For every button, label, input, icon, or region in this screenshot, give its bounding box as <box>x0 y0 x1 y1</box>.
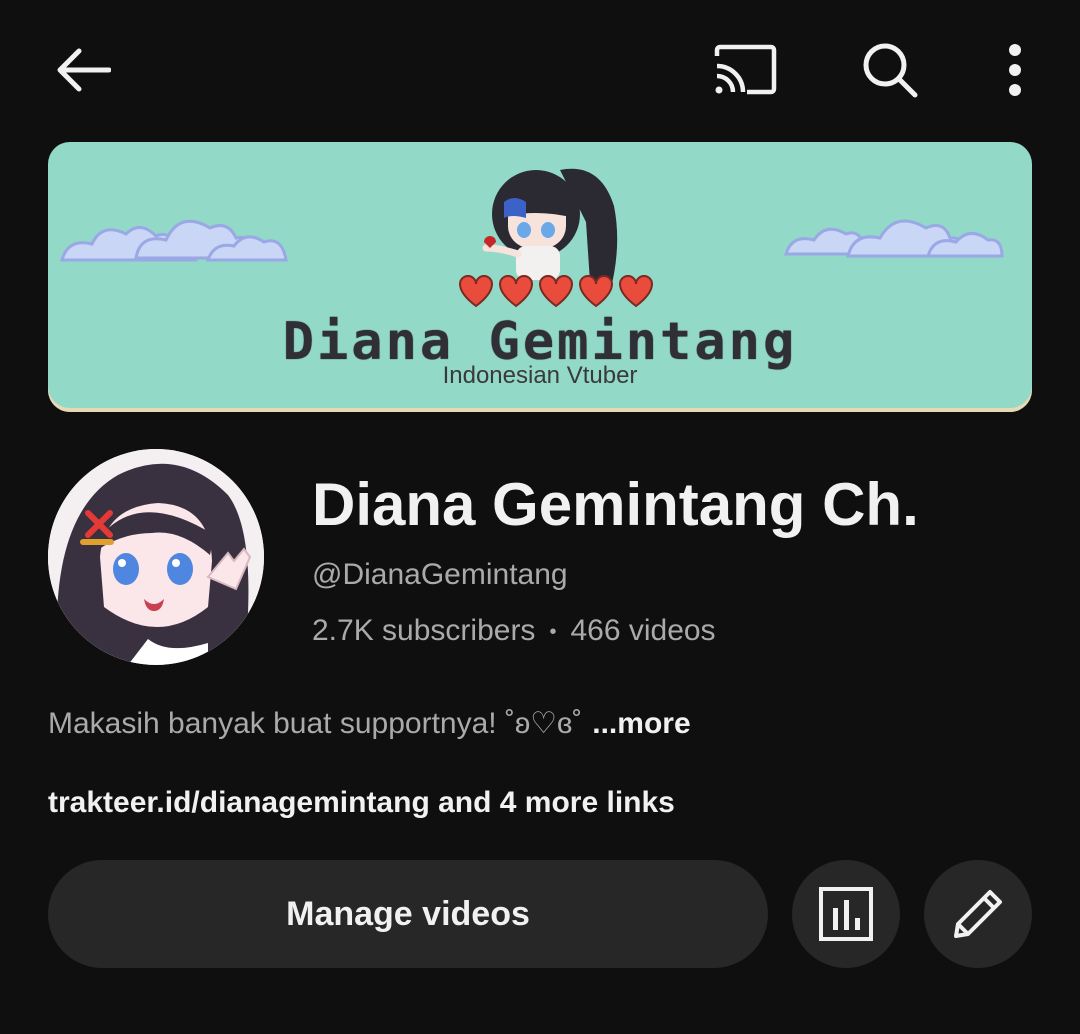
cast-button[interactable] <box>700 30 790 110</box>
search-icon <box>863 43 918 98</box>
more-link[interactable]: ...more <box>592 707 690 740</box>
more-vert-icon <box>1009 44 1021 96</box>
back-arrow-icon <box>57 48 111 92</box>
more-options-button[interactable] <box>975 30 1055 110</box>
manage-videos-button[interactable]: Manage videos <box>48 860 768 968</box>
video-count: 466 videos <box>570 614 716 647</box>
channel-stats: 2.7K subscribers • 466 videos <box>312 614 716 648</box>
pencil-icon <box>954 890 1002 938</box>
subscriber-count: 2.7K subscribers <box>312 614 536 647</box>
description-text: Makasih banyak buat supportnya! ˚ʚ♡ɞ˚ <box>48 707 583 740</box>
chibi-character <box>482 168 618 292</box>
channel-links[interactable]: trakteer.id/dianagemintang and 4 more li… <box>48 786 675 820</box>
banner-subtitle: Indonesian Vtuber <box>442 362 638 389</box>
cast-icon <box>714 44 777 95</box>
channel-name: Diana Gemintang Ch. <box>312 471 919 538</box>
analytics-icon <box>819 887 873 941</box>
back-button[interactable] <box>40 30 126 110</box>
analytics-button[interactable] <box>792 860 900 968</box>
stats-separator: • <box>549 620 557 643</box>
edit-button[interactable] <box>924 860 1032 968</box>
avatar-image <box>48 449 264 665</box>
channel-avatar[interactable] <box>48 449 264 665</box>
channel-description[interactable]: Makasih banyak buat supportnya! ˚ʚ♡ɞ˚...… <box>48 706 691 741</box>
search-button[interactable] <box>845 30 935 110</box>
channel-banner[interactable]: Diana Gemintang Indonesian Vtuber <box>48 142 1032 412</box>
channel-handle: @DianaGemintang <box>312 558 568 591</box>
